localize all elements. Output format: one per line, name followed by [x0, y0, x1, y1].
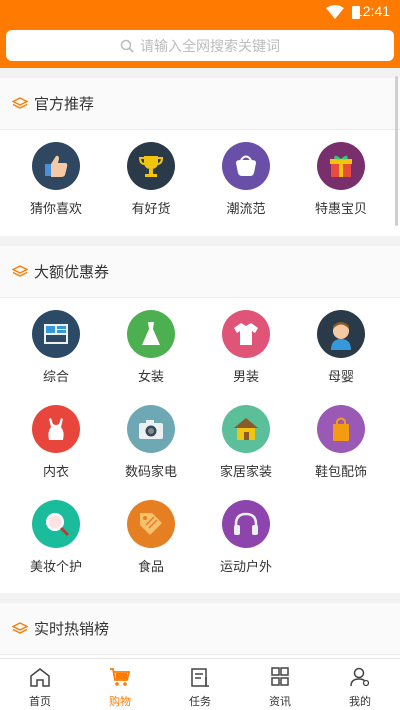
tab-shopping[interactable]: 购物	[80, 659, 160, 710]
category-trend[interactable]: 潮流范	[196, 142, 296, 217]
category-label: 食品	[137, 560, 164, 575]
category-comprehensive[interactable]: 综合	[6, 310, 106, 385]
grid-icon	[271, 667, 289, 686]
thumbs-up-icon	[32, 142, 80, 190]
section-title: 大额优惠券	[34, 263, 110, 281]
section-hot-sales: 实时热销榜	[0, 603, 400, 665]
layers-icon	[12, 96, 28, 109]
home-icon	[30, 668, 50, 687]
search-header: 请输入全网搜索关键词	[0, 24, 400, 68]
section-title: 官方推荐	[34, 95, 95, 113]
category-underwear[interactable]: 内衣	[6, 405, 106, 480]
search-icon	[120, 39, 134, 53]
wifi-icon	[326, 5, 344, 19]
category-label: 女装	[137, 370, 164, 385]
category-label: 数码家电	[124, 465, 177, 480]
search-placeholder: 请输入全网搜索关键词	[140, 38, 280, 55]
bag-icon	[317, 405, 365, 453]
category-label: 家居家装	[219, 465, 272, 480]
category-mens[interactable]: 男装	[196, 310, 296, 385]
category-label: 潮流范	[226, 202, 266, 217]
section-title: 实时热销榜	[34, 620, 110, 638]
section-header: 大额优惠券	[0, 246, 400, 298]
category-label: 内衣	[42, 465, 69, 480]
section-header: 官方推荐	[0, 78, 400, 130]
content-scroll[interactable]: 官方推荐 猜你喜欢 有好货 潮流范 特惠宝贝 大额优惠券 综合 女装 男装 母婴…	[0, 68, 400, 665]
trophy-icon	[127, 142, 175, 190]
category-label: 综合	[42, 370, 69, 385]
status-time: 12:41	[354, 3, 390, 19]
purse-icon	[222, 142, 270, 190]
tab-tasks[interactable]: 任务	[160, 659, 240, 710]
gift-icon	[317, 142, 365, 190]
house-icon	[222, 405, 270, 453]
tab-label: 资讯	[269, 695, 291, 708]
category-food[interactable]: 食品	[101, 500, 201, 575]
dashboard-icon	[32, 310, 80, 358]
category-label: 母婴	[327, 370, 354, 385]
task-icon	[191, 668, 209, 687]
section-coupons: 大额优惠券 综合 女装 男装 母婴 内衣 数码家电 家居家装 鞋包配饰 美妆个护…	[0, 246, 400, 593]
headphones-icon	[222, 500, 270, 548]
scrollbar[interactable]	[395, 76, 398, 226]
section-official-recommend: 官方推荐 猜你喜欢 有好货 潮流范 特惠宝贝	[0, 78, 400, 236]
category-beauty[interactable]: 美妆个护	[6, 500, 106, 575]
status-bar: 12:41	[0, 0, 400, 24]
mirror-icon	[32, 500, 80, 548]
shirt-icon	[222, 310, 270, 358]
cart-icon	[110, 668, 131, 686]
layers-icon	[12, 621, 28, 634]
tab-mine[interactable]: 我的	[320, 659, 400, 710]
category-label: 男装	[232, 370, 259, 385]
category-digital[interactable]: 数码家电	[101, 405, 201, 480]
bottom-tab-bar: 首页 购物 任务 资讯 我的	[0, 658, 400, 710]
tab-label: 购物	[109, 695, 131, 708]
tab-news[interactable]: 资讯	[240, 659, 320, 710]
category-maternal-baby[interactable]: 母婴	[291, 310, 391, 385]
tab-home[interactable]: 首页	[0, 659, 80, 710]
category-label: 鞋包配饰	[314, 465, 367, 480]
camera-icon	[127, 405, 175, 453]
category-good-goods[interactable]: 有好货	[101, 142, 201, 217]
category-sports[interactable]: 运动户外	[196, 500, 296, 575]
category-label: 猜你喜欢	[29, 202, 82, 217]
user-icon	[350, 667, 370, 687]
tag-icon	[127, 500, 175, 548]
category-shoes-bags[interactable]: 鞋包配饰	[291, 405, 391, 480]
category-guess-you-like[interactable]: 猜你喜欢	[6, 142, 106, 217]
category-special-deals[interactable]: 特惠宝贝	[291, 142, 391, 217]
tab-label: 任务	[189, 695, 211, 708]
layers-icon	[12, 264, 28, 277]
underwear-icon	[32, 405, 80, 453]
category-label: 特惠宝贝	[314, 202, 367, 217]
tab-label: 我的	[349, 695, 371, 708]
baby-icon	[317, 310, 365, 358]
category-label: 运动户外	[219, 560, 272, 575]
tab-label: 首页	[29, 695, 51, 708]
category-label: 美妆个护	[29, 560, 82, 575]
category-label: 有好货	[131, 202, 171, 217]
search-input[interactable]: 请输入全网搜索关键词	[6, 30, 394, 61]
section-header: 实时热销榜	[0, 603, 400, 655]
dress-icon	[127, 310, 175, 358]
category-home[interactable]: 家居家装	[196, 405, 296, 480]
category-womens[interactable]: 女装	[101, 310, 201, 385]
